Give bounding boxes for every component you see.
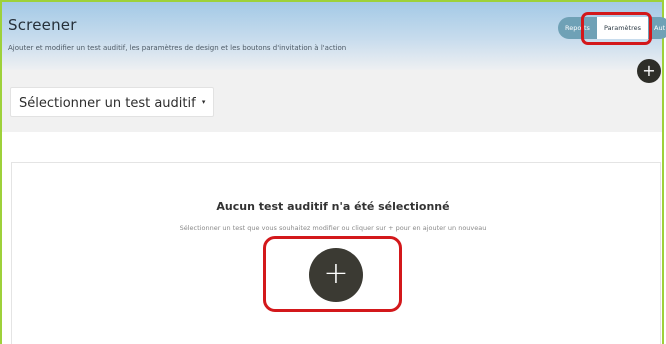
add-test-button[interactable]: + xyxy=(309,248,363,302)
plus-icon: + xyxy=(323,256,349,291)
page-subtitle: Ajouter et modifier un test auditif, les… xyxy=(8,44,347,52)
top-tab-bar: Reports Paramètres Aut xyxy=(558,17,666,39)
empty-state-description: Sélectionner un test que vous souhaitez … xyxy=(179,224,487,232)
plus-icon: + xyxy=(642,61,656,80)
test-selector-dropdown[interactable]: Sélectionner un test auditif ▾ xyxy=(10,87,215,117)
tab-parametres[interactable]: Paramètres xyxy=(596,17,648,39)
tab-reports[interactable]: Reports xyxy=(558,17,597,39)
empty-state-title: Aucun test auditif n'a été sélectionné xyxy=(216,200,450,213)
selector-label: Sélectionner un test auditif xyxy=(19,96,196,111)
page-title: Screener xyxy=(8,16,77,34)
caret-down-icon: ▾ xyxy=(201,98,206,106)
tab-aut[interactable]: Aut xyxy=(648,17,666,39)
add-button-small[interactable]: + xyxy=(637,59,661,83)
